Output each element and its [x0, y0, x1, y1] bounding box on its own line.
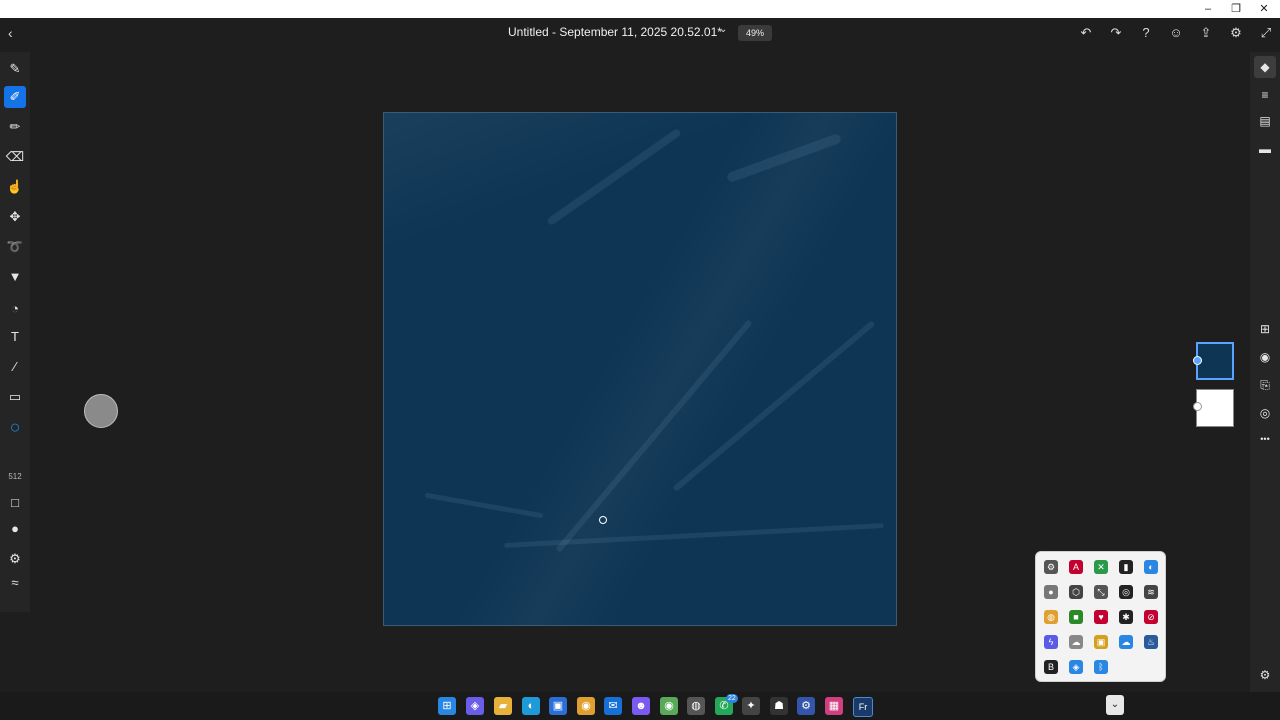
chevron-down-icon[interactable]: ⌄ [719, 24, 727, 35]
tray-app-icon[interactable]: ⚙ [1044, 560, 1058, 574]
tray-app-icon[interactable]: ♥ [1094, 610, 1108, 624]
live-brush-icon[interactable]: ✏ [4, 116, 26, 138]
tray-app-icon[interactable]: ⊘ [1144, 610, 1158, 624]
tray-app-icon[interactable]: ⬡ [1069, 585, 1083, 599]
move-icon[interactable]: ✥ [4, 206, 26, 228]
text-icon[interactable]: T [4, 326, 26, 348]
fullscreen-icon[interactable]: ⤢ [1258, 25, 1274, 41]
image-icon[interactable]: ▭ [4, 386, 26, 408]
more-icon[interactable]: ••• [1254, 428, 1276, 450]
edge-icon[interactable]: ◐ [522, 697, 540, 715]
brush-stroke [424, 492, 544, 519]
app5-icon[interactable]: ▦ [825, 697, 843, 715]
outlook-icon[interactable]: ✉ [604, 697, 622, 715]
app2-icon[interactable]: ✦ [742, 697, 760, 715]
tray-app-icon[interactable]: ⤡ [1094, 585, 1108, 599]
tray-app-icon[interactable]: ▮ [1119, 560, 1133, 574]
restore-button[interactable]: ❐ [1228, 2, 1244, 16]
tray-app-icon[interactable]: ◈ [1069, 660, 1083, 674]
brush-size-preview [84, 394, 118, 428]
tray-app-icon[interactable]: ▣ [1094, 635, 1108, 649]
tray-app-icon[interactable]: ■ [1069, 610, 1083, 624]
brush-stroke [504, 523, 884, 548]
taskbar: ⊞ ◈ ▰ ◐ ▣ ◉ ✉ ☻ ◉ ◍ ✆ ✦ ☗ ⚙ ▦ Fr 22 [0, 692, 1280, 720]
tray-chevron-icon[interactable]: ⌄ [1106, 695, 1124, 715]
tray-app-icon[interactable]: ≋ [1144, 585, 1158, 599]
redo-icon[interactable]: ↷ [1108, 25, 1124, 41]
tray-app-icon[interactable]: ● [1044, 585, 1058, 599]
app3-icon[interactable]: ☗ [770, 697, 788, 715]
brush-stroke [546, 127, 682, 227]
store-icon[interactable]: ▣ [549, 697, 567, 715]
properties-icon[interactable]: ≡ [1254, 84, 1276, 106]
document-title[interactable]: Untitled - September 11, 2025 20.52.01* [508, 25, 722, 39]
start-icon[interactable]: ⊞ [438, 697, 456, 715]
add-layer-icon[interactable]: ⊞ [1254, 318, 1276, 340]
tray-app-icon[interactable]: A [1069, 560, 1083, 574]
app4-icon[interactable]: ⚙ [797, 697, 815, 715]
library-icon[interactable]: ▤ [1254, 110, 1276, 132]
brush-settings-icon[interactable]: ⚙ [4, 548, 26, 570]
chrome-icon[interactable]: ◉ [577, 697, 595, 715]
share-icon[interactable]: ⇪ [1198, 25, 1214, 41]
account-icon[interactable]: ☺ [1168, 25, 1184, 41]
chrome-alt-icon[interactable]: ◉ [660, 697, 678, 715]
visibility-icon[interactable]: ◉ [1254, 346, 1276, 368]
layers-icon[interactable]: ◆ [1254, 56, 1276, 78]
square-brush-icon[interactable]: □ [4, 492, 26, 514]
tools-panel: ✎ ✐ ✏ ⌫ ☝ ✥ ➰ ▼ ◔ T ⁄ ▭ ○ 512 □ ● ⚙ ≈ [0, 52, 30, 612]
minimize-button[interactable]: – [1200, 2, 1216, 16]
vector-brush-icon[interactable]: ✐ [4, 86, 26, 108]
file-explorer-icon[interactable]: ▰ [494, 697, 512, 715]
layer-visibility-icon[interactable] [1193, 402, 1202, 411]
layer-settings-icon[interactable]: ⚙ [1254, 664, 1276, 686]
tray-app-icon[interactable]: ☁ [1119, 635, 1133, 649]
tray-app-icon[interactable]: ✱ [1119, 610, 1133, 624]
copilot-icon[interactable]: ◈ [466, 697, 484, 715]
back-button[interactable]: ‹ [8, 24, 22, 42]
zoom-level[interactable]: 49% [738, 25, 772, 41]
flow-icon[interactable]: ● [4, 518, 26, 540]
undo-icon[interactable]: ↶ [1078, 25, 1094, 41]
notification-badge: 22 [726, 694, 738, 703]
discord-icon[interactable]: ☻ [632, 697, 650, 715]
brush-cursor [599, 516, 607, 524]
brush-stroke [672, 320, 876, 492]
tray-app-icon[interactable]: ♨ [1144, 635, 1158, 649]
tray-app-icon[interactable]: B [1044, 660, 1058, 674]
help-icon[interactable]: ? [1138, 25, 1154, 41]
eyedropper-icon[interactable]: ⁄ [4, 356, 26, 378]
fresco-icon[interactable]: Fr [853, 697, 873, 717]
comments-icon[interactable]: ▬ [1254, 138, 1276, 160]
layer-visibility-icon[interactable] [1193, 356, 1202, 365]
color-circle-icon[interactable]: ○ [4, 416, 26, 438]
app-header: ‹ Untitled - September 11, 2025 20.52.01… [0, 18, 1280, 48]
pixel-brush-icon[interactable]: ✎ [4, 58, 26, 80]
smudge-icon[interactable]: ☝ [4, 176, 26, 198]
brush-size-icon[interactable]: 512 [4, 466, 26, 488]
tray-app-icon[interactable]: ◐ [1144, 560, 1158, 574]
eraser-icon[interactable]: ⌫ [4, 146, 26, 168]
blend-icon[interactable]: ◎ [1254, 402, 1276, 424]
window-titlebar: – ❐ ✕ [0, 0, 1280, 18]
brush-stroke [555, 319, 753, 553]
shape-icon[interactable]: ◔ [4, 298, 26, 320]
artboard[interactable] [383, 112, 897, 626]
tray-app-icon[interactable]: ᛒ [1094, 660, 1108, 674]
tray-app-icon[interactable]: ✕ [1094, 560, 1108, 574]
fill-icon[interactable]: ▼ [4, 266, 26, 288]
app-icon[interactable]: ◍ [687, 697, 705, 715]
tray-app-icon[interactable]: ◍ [1044, 610, 1058, 624]
settings-icon[interactable]: ⚙ [1228, 25, 1244, 41]
close-button[interactable]: ✕ [1256, 2, 1272, 16]
right-panel: ◆ ≡ ▤ ▬ ⊞ ◉ ⎘ ◎ ••• ⚙ [1250, 52, 1280, 692]
tray-app-icon[interactable]: ϟ [1044, 635, 1058, 649]
layer-menu-icon[interactable]: ⎘ [1254, 374, 1276, 396]
system-tray-overflow: ⚙ A ✕ ▮ ◐ ● ⬡ ⤡ ◎ ≋ ◍ ■ ♥ ✱ ⊘ ϟ ☁ ▣ ☁ ♨ B ◈ ᛒ [1035, 551, 1166, 682]
brush-stroke [725, 132, 843, 184]
lasso-icon[interactable]: ➰ [4, 236, 26, 258]
tray-app-icon[interactable]: ◎ [1119, 585, 1133, 599]
stroke-icon[interactable]: ≈ [4, 572, 26, 594]
tray-app-icon[interactable]: ☁ [1069, 635, 1083, 649]
